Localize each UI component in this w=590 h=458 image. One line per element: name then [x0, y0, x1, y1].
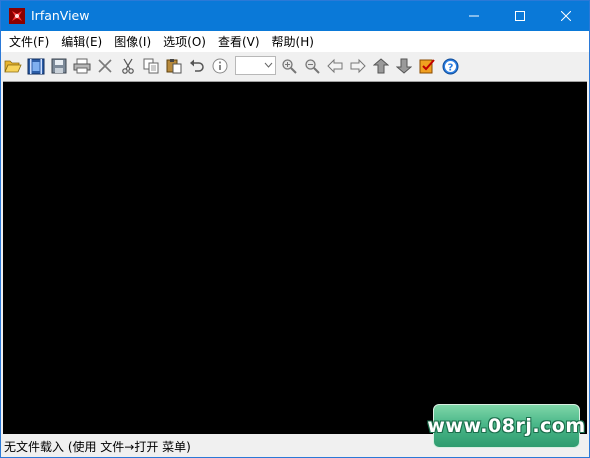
close-icon [561, 11, 571, 21]
menu-image[interactable]: 图像(I) [108, 32, 157, 52]
toolbar: ? [1, 52, 589, 79]
open-button[interactable] [2, 55, 24, 77]
paste-button[interactable] [163, 55, 185, 77]
undo-icon [190, 59, 204, 72]
first-button[interactable] [370, 55, 392, 77]
delete-icon [98, 59, 112, 73]
copy-button[interactable] [140, 55, 162, 77]
properties-icon [419, 59, 435, 74]
minimize-icon [469, 15, 479, 17]
status-text: 无文件载入 (使用 文件→打开 菜单) [4, 439, 191, 454]
cut-button[interactable] [117, 55, 139, 77]
slideshow-icon [27, 58, 45, 74]
save-button[interactable] [48, 55, 70, 77]
previous-button[interactable] [324, 55, 346, 77]
open-folder-icon [4, 60, 22, 73]
paste-icon [166, 59, 182, 74]
window-title: IrfanView [31, 8, 90, 23]
print-icon [73, 58, 91, 74]
title-bar[interactable]: IrfanView [1, 1, 589, 31]
slideshow-button[interactable] [25, 55, 47, 77]
previous-icon [327, 58, 343, 74]
svg-text:?: ? [447, 62, 453, 73]
menu-options[interactable]: 选项(O) [157, 32, 212, 52]
zoom-out-button[interactable] [301, 55, 323, 77]
menu-help[interactable]: 帮助(H) [266, 32, 320, 52]
chevron-down-icon [264, 62, 273, 68]
help-icon: ? [442, 58, 458, 74]
last-icon [396, 58, 412, 74]
close-button[interactable] [543, 1, 589, 31]
zoom-combo[interactable] [235, 56, 276, 75]
print-button[interactable] [71, 55, 93, 77]
menu-file[interactable]: 文件(F) [3, 32, 55, 52]
help-button[interactable]: ? [439, 55, 461, 77]
maximize-button[interactable] [497, 1, 543, 31]
next-icon [350, 58, 366, 74]
last-button[interactable] [393, 55, 415, 77]
undo-button[interactable] [186, 55, 208, 77]
irfanview-window: IrfanView 文件(F) 编辑(E) 图像(I) 选项(O) 查看(V) … [0, 0, 590, 458]
info-button[interactable] [209, 55, 231, 77]
first-icon [373, 58, 389, 74]
minimize-button[interactable] [451, 1, 497, 31]
menu-view[interactable]: 查看(V) [212, 32, 266, 52]
cut-icon [122, 58, 134, 74]
menu-bar: 文件(F) 编辑(E) 图像(I) 选项(O) 查看(V) 帮助(H) [1, 31, 589, 52]
save-icon [51, 58, 67, 74]
maximize-icon [515, 11, 525, 21]
zoom-in-icon [282, 59, 297, 74]
menu-edit[interactable]: 编辑(E) [55, 32, 108, 52]
zoom-out-icon [305, 59, 320, 74]
zoom-in-button[interactable] [278, 55, 300, 77]
properties-button[interactable] [416, 55, 438, 77]
info-icon [212, 58, 228, 74]
watermark-logo: www.08rj.com [427, 404, 585, 448]
delete-button[interactable] [94, 55, 116, 77]
image-canvas[interactable] [3, 81, 587, 434]
next-button[interactable] [347, 55, 369, 77]
copy-icon [143, 58, 159, 74]
watermark-text: www.08rj.com [427, 415, 586, 437]
irfanview-app-icon[interactable] [9, 8, 25, 24]
